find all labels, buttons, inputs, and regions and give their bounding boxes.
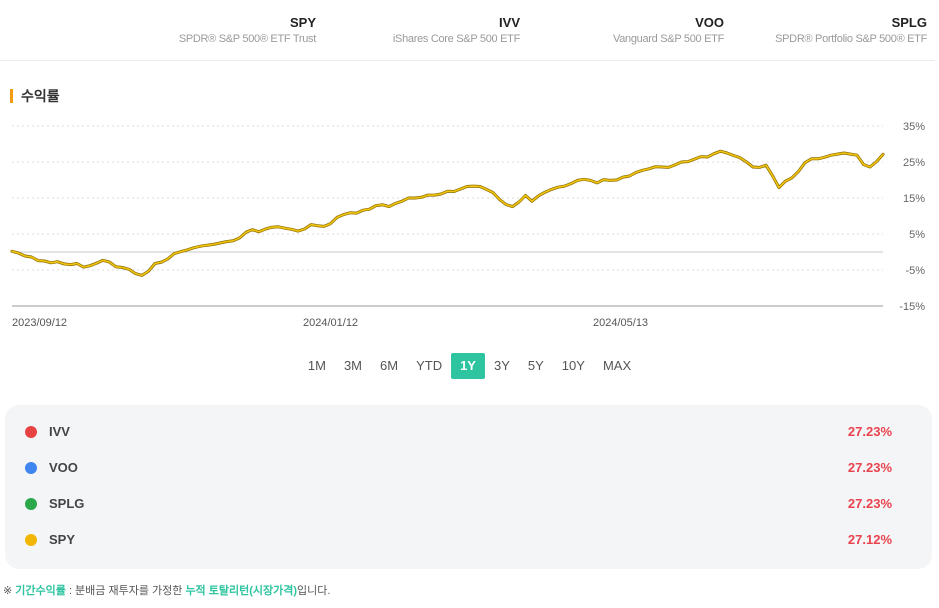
footnote-highlight: 누적 토탈리턴(시장가격) [185, 585, 298, 597]
etf-header: SPY SPDR® S&P 500® ETF Trust IVV iShares… [0, 0, 935, 61]
footnote-middle: : 분배금 재투자를 가정한 [65, 585, 186, 597]
footnote-suffix: 입니다. [297, 585, 331, 597]
y-tick-label: -15% [899, 301, 925, 313]
etf-column-splg[interactable]: SPLG SPDR® Portfolio S&P 500® ETF [717, 14, 927, 46]
period-button-10y[interactable]: 10Y [553, 353, 594, 379]
etf-name: SPDR® S&P 500® ETF Trust [178, 33, 316, 45]
footnote-prefix: ※ [3, 585, 16, 597]
footnote: ※ 기간수익률 : 분배금 재투자를 가정한 누적 토탈리턴(시장가격)입니다. [3, 582, 330, 598]
period-button-6m[interactable]: 6M [371, 353, 407, 379]
etf-ticker: IVV [499, 15, 520, 30]
section-title-text: 수익률 [21, 88, 60, 104]
etf-name: iShares Core S&P 500 ETF [392, 33, 520, 45]
series-line-spy [11, 150, 884, 277]
y-tick-label: 25% [903, 157, 925, 169]
legend-name: SPLG [49, 496, 85, 511]
etf-name: SPDR® Portfolio S&P 500® ETF [775, 33, 927, 45]
returns-legend: IVV 27.23% VOO 27.23% SPLG 27.23% SPY 27… [5, 405, 932, 569]
section-marker [10, 89, 13, 103]
legend-row-spy[interactable]: SPY 27.12% [5, 530, 932, 550]
series-line-shadow [10, 149, 885, 277]
legend-row-ivv[interactable]: IVV 27.23% [5, 422, 932, 442]
legend-dot-icon [25, 426, 37, 438]
period-button-3m[interactable]: 3M [335, 353, 371, 379]
period-button-max[interactable]: MAX [594, 353, 640, 379]
y-tick-label: 15% [903, 193, 925, 205]
y-tick-label: 5% [909, 229, 925, 241]
period-button-1m[interactable]: 1M [299, 353, 335, 379]
section-title: 수익률 [10, 87, 60, 105]
legend-dot-icon [25, 498, 37, 510]
period-button-3y[interactable]: 3Y [485, 353, 519, 379]
legend-dot-icon [25, 534, 37, 546]
etf-column-spy[interactable]: SPY SPDR® S&P 500® ETF Trust [106, 14, 316, 46]
etf-column-voo[interactable]: VOO Vanguard S&P 500 ETF [514, 14, 724, 46]
etf-name: Vanguard S&P 500 ETF [613, 33, 724, 45]
y-tick-label: -5% [905, 265, 925, 277]
legend-name: SPY [49, 532, 76, 547]
legend-value: 27.23% [847, 496, 892, 511]
legend-name: IVV [49, 424, 70, 439]
etf-ticker: VOO [695, 15, 724, 30]
legend-row-splg[interactable]: SPLG 27.23% [5, 494, 932, 514]
etf-ticker: SPLG [891, 15, 927, 30]
period-button-5y[interactable]: 5Y [519, 353, 553, 379]
legend-name: VOO [49, 460, 78, 475]
x-tick-label: 2024/05/13 [593, 317, 648, 329]
footnote-term: 기간수익률 [15, 585, 66, 597]
etf-ticker: SPY [289, 15, 316, 30]
period-button-ytd[interactable]: YTD [407, 353, 451, 379]
legend-value: 27.23% [847, 460, 892, 475]
etf-column-ivv[interactable]: IVV iShares Core S&P 500 ETF [310, 14, 520, 46]
x-tick-label: 2024/01/12 [303, 317, 358, 329]
legend-row-voo[interactable]: VOO 27.23% [5, 458, 932, 478]
legend-value: 27.12% [847, 532, 892, 547]
legend-dot-icon [25, 462, 37, 474]
period-selector: 1M 3M 6M YTD 1Y 3Y 5Y 10Y MAX [0, 353, 939, 379]
period-button-1y[interactable]: 1Y [451, 353, 485, 379]
y-tick-label: 35% [903, 121, 925, 133]
returns-line-chart: 35% 25% 15% 5% -5% -15% 2023/09/12 2024/01/12 20… [10, 121, 925, 329]
legend-value: 27.23% [847, 424, 892, 439]
x-tick-label: 2023/09/12 [12, 317, 67, 329]
